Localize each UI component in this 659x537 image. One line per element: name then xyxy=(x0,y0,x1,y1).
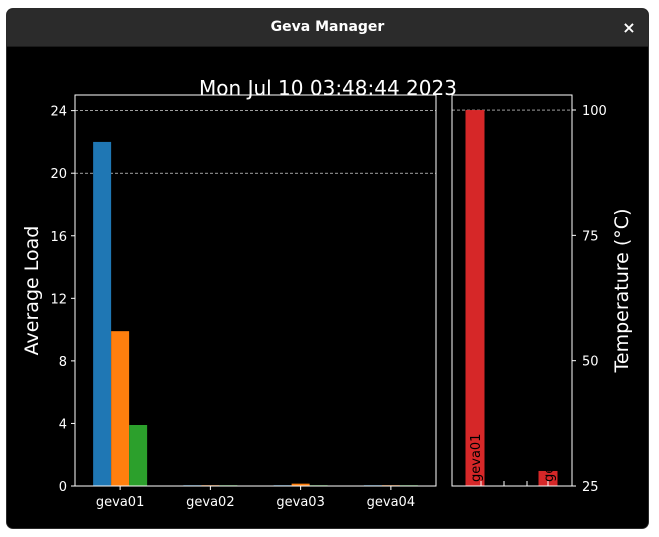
y-tick-label: 8 xyxy=(59,355,67,370)
y-tick-label: 24 xyxy=(50,105,67,120)
title-bar: Geva Manager × xyxy=(7,9,648,47)
close-icon: × xyxy=(622,18,636,37)
x-tick-label: geva04 xyxy=(367,495,415,510)
window-title: Geva Manager xyxy=(270,19,385,35)
app-window: Geva Manager × Mon Jul 10 03:48:44 2023 … xyxy=(7,9,648,528)
chart-canvas: Mon Jul 10 03:48:44 2023 geva01 geva02 gev… xyxy=(21,76,633,510)
x-tick-label: geva03 xyxy=(276,495,324,510)
y-tick-label: 0 xyxy=(59,480,67,495)
temperature-bar xyxy=(465,110,485,487)
temp-y-tick-label: 25 xyxy=(582,480,599,495)
y-tick-label: 16 xyxy=(50,230,67,245)
chart-figure: Mon Jul 10 03:48:44 2023 geva01 geva02 gev… xyxy=(7,47,648,528)
x-tick-label: geva02 xyxy=(186,495,234,510)
load-bar xyxy=(93,141,112,487)
temp-y-tick-label: 50 xyxy=(582,355,599,370)
temperature-bar-label: geva0 xyxy=(542,442,557,482)
temperature-chart: geva01 geva0 25 50 75 100 Temperature (°C) xyxy=(451,94,633,495)
y-tick-label: 20 xyxy=(50,167,67,182)
y-tick-label: 4 xyxy=(59,417,67,432)
temp-y-tick-label: 100 xyxy=(582,104,607,119)
temp-y-tick-label: 75 xyxy=(582,229,599,244)
load-y-axis-label: Average Load xyxy=(21,226,43,356)
close-button[interactable]: × xyxy=(618,17,640,39)
temperature-bar-label: geva01 xyxy=(469,434,484,482)
temperature-y-axis-label: Temperature (°C) xyxy=(611,209,633,374)
load-bar xyxy=(129,425,148,486)
figure-title: Mon Jul 10 03:48:44 2023 xyxy=(199,76,457,100)
y-tick-label: 12 xyxy=(50,292,67,307)
load-bar xyxy=(111,331,130,486)
x-tick-label: geva01 xyxy=(96,495,144,510)
load-chart: geva01 geva02 geva03 geva04 0 4 8 12 16 20 24 Avera… xyxy=(21,94,437,510)
